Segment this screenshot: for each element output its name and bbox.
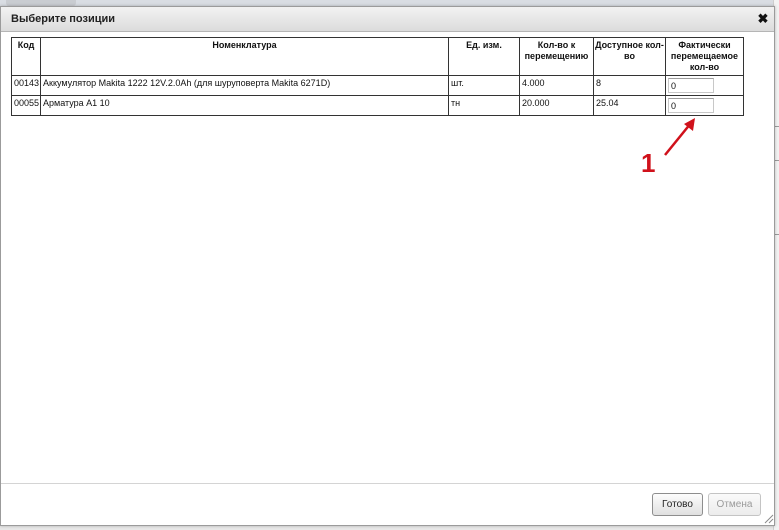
done-button[interactable]: Готово: [652, 493, 703, 516]
cell-available: 25.04: [593, 95, 666, 116]
column-header-unit: Ед. изм.: [448, 37, 520, 76]
column-header-item: Номенклатура: [40, 37, 449, 76]
cell-unit: шт.: [448, 75, 520, 96]
table-row: 00055 Арматура А1 10 тн 20.000 25.04: [11, 95, 744, 116]
annotation-arrow-icon: [664, 118, 695, 156]
cell-qty-to-move: 4.000: [519, 75, 594, 96]
positions-table: Код Номенклатура Ед. изм. Кол-во к перем…: [11, 37, 744, 116]
cancel-button[interactable]: Отмена: [708, 493, 761, 516]
footer-divider: [1, 483, 774, 484]
cell-unit: тн: [448, 95, 520, 116]
column-header-qty-to-move: Кол-во к перемещению: [519, 37, 594, 76]
dialog-title: Выберите позиции: [11, 13, 116, 25]
cell-item: Арматура А1 10: [40, 95, 449, 116]
cell-actual-qty: [665, 75, 744, 96]
annotation-label: 1: [641, 148, 656, 178]
cell-code: 00055: [11, 95, 41, 116]
column-header-code: Код: [11, 37, 41, 76]
cell-code: 00143: [11, 75, 41, 96]
cell-available: 8: [593, 75, 666, 96]
actual-qty-input[interactable]: [668, 98, 714, 113]
table-header-row: Код Номенклатура Ед. изм. Кол-во к перем…: [11, 37, 744, 76]
cell-item: Аккумулятор Makita 1222 12V.2.0Ah (для ш…: [40, 75, 449, 96]
cell-qty-to-move: 20.000: [519, 95, 594, 116]
actual-qty-input[interactable]: [668, 78, 714, 93]
dialog-titlebar[interactable]: Выберите позиции ✖: [1, 7, 774, 32]
select-positions-dialog: Выберите позиции ✖ Код Номенклатура Ед. …: [0, 6, 775, 526]
close-icon[interactable]: ✖: [756, 12, 770, 26]
column-header-actual-qty: Фактически перемещаемое кол-во: [665, 37, 744, 76]
table-row: 00143 Аккумулятор Makita 1222 12V.2.0Ah …: [11, 75, 744, 96]
column-header-available: Доступное кол-во: [593, 37, 666, 76]
cell-actual-qty: [665, 95, 744, 116]
resize-grip-icon[interactable]: [764, 514, 774, 524]
